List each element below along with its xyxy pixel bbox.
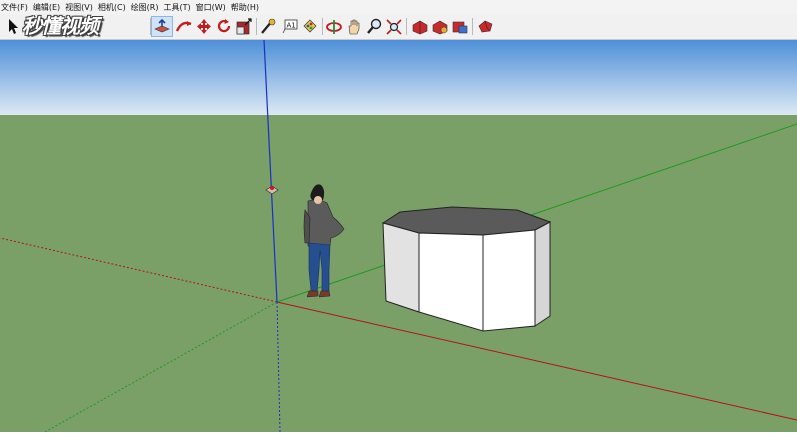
paint-bucket-tool-button[interactable] xyxy=(300,17,320,36)
toolbar-separator xyxy=(472,18,473,35)
paint-bucket-icon xyxy=(303,19,317,33)
tape-measure-tool-button[interactable] xyxy=(258,17,278,36)
toolbar-separator xyxy=(406,18,407,35)
zoom-extents-icon xyxy=(386,19,402,35)
rotate-icon xyxy=(217,19,231,33)
zoom-tool-button[interactable] xyxy=(364,17,384,36)
text-label-icon: A1 xyxy=(282,19,298,34)
follow-me-tool-button[interactable] xyxy=(174,17,194,36)
orbit-tool-button[interactable] xyxy=(324,17,344,36)
select-tool-button[interactable] xyxy=(3,17,23,36)
toolbar-separator xyxy=(256,18,257,35)
push-pull-tool-button[interactable] xyxy=(151,16,173,37)
toolbar-separator xyxy=(150,18,151,35)
hand-icon xyxy=(348,19,360,35)
orbit-icon xyxy=(326,20,342,34)
tape-measure-icon xyxy=(261,18,276,34)
menu-edit[interactable]: 编辑(E) xyxy=(32,2,64,13)
upload-component-tool-button[interactable] xyxy=(450,17,470,36)
scale-icon xyxy=(236,18,252,35)
menu-file[interactable]: 文件(F) xyxy=(0,2,32,13)
move-tool-button[interactable] xyxy=(194,17,214,36)
menu-help[interactable]: 帮助(H) xyxy=(230,2,263,13)
menu-window[interactable]: 窗口(W) xyxy=(195,2,230,13)
text-tool-button[interactable]: A1 xyxy=(280,17,300,36)
upload-component-icon xyxy=(452,21,468,34)
svg-text:A1: A1 xyxy=(287,22,296,30)
menu-camera[interactable]: 相机(C) xyxy=(97,2,130,13)
get-models-tool-button[interactable] xyxy=(410,17,430,36)
warehouse-get-icon xyxy=(412,20,428,35)
sky xyxy=(0,40,797,115)
rotate-tool-button[interactable] xyxy=(214,17,234,36)
3d-viewport[interactable] xyxy=(0,39,797,433)
scene-canvas[interactable] xyxy=(0,39,797,433)
toolbar-separator xyxy=(322,18,323,35)
share-model-tool-button[interactable] xyxy=(430,17,450,36)
menu-bar: 文件(F) 编辑(E) 视图(V) 相机(C) 绘图(R) 工具(T) 窗口(W… xyxy=(0,0,797,14)
push-pull-icon xyxy=(154,18,170,33)
move-arrows-icon xyxy=(197,19,211,34)
extension-warehouse-icon xyxy=(478,20,493,33)
share-model-icon xyxy=(432,20,448,35)
video-watermark: 秒懂视频 xyxy=(22,14,150,39)
arrow-cursor-icon xyxy=(9,19,18,34)
scale-tool-button[interactable] xyxy=(234,17,254,36)
follow-me-icon xyxy=(175,21,192,32)
zoom-extents-tool-button[interactable] xyxy=(384,17,404,36)
menu-draw[interactable]: 绘图(R) xyxy=(130,2,163,13)
menu-tools[interactable]: 工具(T) xyxy=(163,2,195,13)
pan-tool-button[interactable] xyxy=(344,17,364,36)
magnifier-icon xyxy=(367,18,382,34)
menu-view[interactable]: 视图(V) xyxy=(64,2,97,13)
watermark-text: 秒懂视频 xyxy=(22,14,99,38)
extension-warehouse-tool-button[interactable] xyxy=(476,17,496,36)
